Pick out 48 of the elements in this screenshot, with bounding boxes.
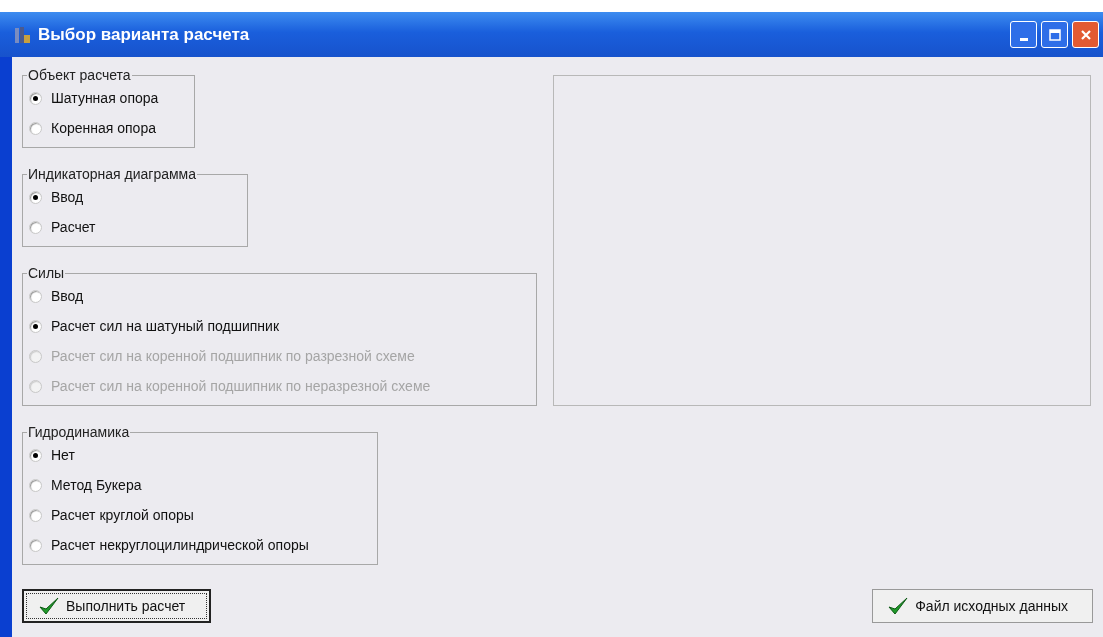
radio-option[interactable]: Нет — [29, 440, 75, 470]
radio-option[interactable]: Расчет — [29, 212, 96, 242]
radio-option[interactable]: Расчет сил на шатуный подшипник — [29, 311, 280, 341]
option-label: Расчет некруглоцилиндрической опоры — [51, 537, 309, 553]
radio-button[interactable] — [29, 121, 42, 135]
maximize-button[interactable] — [1041, 21, 1068, 48]
option-label: Расчет сил на коренной подшипник по разрезной схеме — [51, 348, 415, 364]
radio-button[interactable] — [29, 448, 42, 462]
option-label: Метод Букера — [51, 477, 142, 493]
radio-option[interactable]: Метод Букера — [29, 470, 142, 500]
window-title: Выбор варианта расчета — [38, 24, 250, 45]
group-title: Силы — [27, 265, 66, 281]
group-title: Объект расчета — [27, 67, 132, 83]
app-icon — [14, 25, 32, 44]
radio-button[interactable] — [29, 538, 42, 552]
group-title: Гидродинамика — [27, 424, 131, 440]
close-button[interactable] — [1072, 21, 1099, 48]
radio-button[interactable] — [29, 220, 42, 234]
option-label: Коренная опора — [51, 120, 156, 136]
option-label: Шатунная опора — [51, 90, 159, 106]
radio-option[interactable]: Расчет некруглоцилиндрической опоры — [29, 530, 309, 560]
radio-option[interactable]: Расчет круглой опоры — [29, 500, 194, 530]
minimize-icon — [1019, 38, 1028, 41]
option-label: Расчет сил на коренной подшипник по неразрезной схеме — [51, 378, 431, 394]
radio-button[interactable] — [29, 478, 42, 492]
run-button[interactable]: Выполнить расчет — [22, 589, 212, 623]
radio-option[interactable]: Коренная опора — [29, 113, 156, 143]
option-label: Расчет — [51, 219, 96, 235]
radio-button[interactable] — [29, 91, 42, 105]
radio-button[interactable] — [29, 508, 42, 522]
group-title: Индикаторная диаграмма — [27, 166, 197, 182]
checkmark-icon — [887, 596, 910, 616]
radio-button[interactable] — [29, 190, 42, 204]
close-icon — [1079, 28, 1092, 41]
input-file-button[interactable]: Файл исходных данных — [872, 589, 1093, 623]
option-label: Ввод — [51, 288, 84, 304]
radio-button[interactable] — [29, 289, 42, 303]
radio-option[interactable]: Ввод — [29, 281, 84, 311]
radio-option[interactable]: Ввод — [29, 182, 84, 212]
maximize-icon — [1048, 28, 1061, 41]
checkmark-icon — [38, 596, 60, 616]
radio-button[interactable] — [29, 319, 42, 333]
option-label: Расчет сил на шатуный подшипник — [51, 318, 280, 334]
option-label: Нет — [51, 447, 75, 463]
option-label: Ввод — [51, 189, 84, 205]
option-label: Расчет круглой опоры — [51, 507, 194, 523]
radio-option[interactable]: Шатунная опора — [29, 83, 159, 113]
minimize-button[interactable] — [1010, 21, 1037, 48]
